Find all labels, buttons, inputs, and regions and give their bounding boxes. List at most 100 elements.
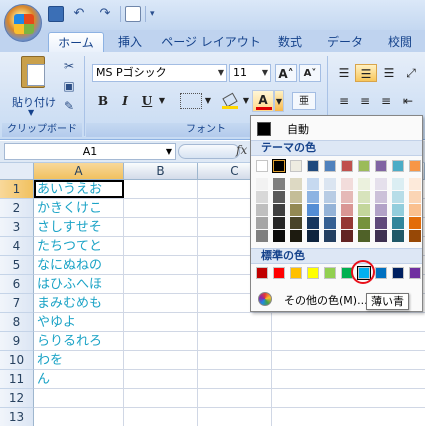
theme-tint-swatch[interactable]	[409, 217, 421, 229]
theme-tint-swatch[interactable]	[324, 178, 336, 190]
customize-qat-button[interactable]: ▾	[150, 9, 160, 19]
cell-a10[interactable]: わを	[37, 352, 63, 369]
font-size-combo[interactable]: 11 ▼	[229, 64, 271, 82]
cell-a5[interactable]: なにぬねの	[37, 257, 102, 274]
theme-tint-swatch[interactable]	[409, 178, 421, 190]
cell-a8[interactable]: やゆよ	[37, 314, 76, 331]
fill-color-button[interactable]	[219, 92, 241, 110]
theme-tint-swatch[interactable]	[341, 178, 353, 190]
theme-tint-swatch[interactable]	[256, 217, 268, 229]
cell-a9[interactable]: らりるれろ	[37, 333, 102, 350]
theme-tint-swatch[interactable]	[341, 217, 353, 229]
theme-tint-swatch[interactable]	[307, 204, 319, 216]
theme-tint-swatch[interactable]	[324, 230, 336, 242]
tab-review[interactable]: 校閲	[378, 32, 422, 52]
standard-color-swatch[interactable]	[256, 267, 268, 279]
cell-a6[interactable]: はひふへほ	[37, 276, 102, 293]
theme-tint-swatch[interactable]	[358, 191, 370, 203]
chevron-down-icon[interactable]: ▼	[157, 92, 167, 110]
theme-tint-swatch[interactable]	[307, 191, 319, 203]
theme-color-swatch[interactable]	[290, 160, 302, 172]
italic-button[interactable]: I	[115, 92, 135, 110]
tab-formulas[interactable]: 数式	[268, 32, 312, 52]
cut-button[interactable]: ✂	[60, 58, 78, 74]
theme-tint-swatch[interactable]	[409, 204, 421, 216]
row-header-6[interactable]: 6	[0, 275, 34, 294]
insert-function-button[interactable]: fx	[236, 143, 247, 157]
theme-tint-swatch[interactable]	[307, 217, 319, 229]
theme-color-swatch[interactable]	[324, 160, 336, 172]
theme-color-swatch[interactable]	[341, 160, 353, 172]
theme-tint-swatch[interactable]	[273, 230, 285, 242]
theme-color-swatch[interactable]	[392, 160, 404, 172]
undo-button[interactable]: ↶	[68, 6, 90, 22]
theme-tint-swatch[interactable]	[256, 178, 268, 190]
theme-tint-swatch[interactable]	[358, 204, 370, 216]
active-cell-a1[interactable]	[34, 180, 124, 198]
paste-button[interactable]: 貼り付け ▼	[8, 56, 60, 118]
theme-tint-swatch[interactable]	[358, 217, 370, 229]
font-color-button[interactable]: A	[252, 90, 274, 112]
row-header-2[interactable]: 2	[0, 199, 34, 218]
align-center-button[interactable]: ≡	[355, 92, 375, 110]
theme-tint-swatch[interactable]	[256, 230, 268, 242]
font-color-dropdown[interactable]: ▼	[274, 90, 284, 112]
align-bottom-button[interactable]: ☰	[379, 64, 399, 82]
theme-tint-swatch[interactable]	[341, 191, 353, 203]
tab-page-layout[interactable]: ページ レイアウト	[160, 32, 262, 52]
theme-tint-swatch[interactable]	[392, 191, 404, 203]
bold-button[interactable]: B	[93, 92, 113, 110]
chevron-down-icon[interactable]: ▼	[203, 92, 213, 110]
theme-tint-swatch[interactable]	[375, 217, 387, 229]
row-header-8[interactable]: 8	[0, 313, 34, 332]
theme-tint-swatch[interactable]	[290, 230, 302, 242]
shrink-font-button[interactable]: A˅	[299, 64, 321, 82]
row-header-13[interactable]: 13	[0, 408, 34, 426]
theme-tint-swatch[interactable]	[358, 230, 370, 242]
standard-color-swatch[interactable]	[409, 267, 421, 279]
row-header-11[interactable]: 11	[0, 370, 34, 389]
borders-button[interactable]	[180, 93, 202, 109]
theme-tint-swatch[interactable]	[324, 191, 336, 203]
standard-color-swatch[interactable]	[375, 267, 387, 279]
row-header-5[interactable]: 5	[0, 256, 34, 275]
theme-tint-swatch[interactable]	[341, 230, 353, 242]
align-right-button[interactable]: ≡	[376, 92, 396, 110]
theme-tint-swatch[interactable]	[273, 191, 285, 203]
theme-tint-swatch[interactable]	[256, 204, 268, 216]
theme-tint-swatch[interactable]	[358, 178, 370, 190]
row-header-4[interactable]: 4	[0, 237, 34, 256]
theme-tint-swatch[interactable]	[307, 230, 319, 242]
underline-button[interactable]: U	[137, 92, 157, 110]
name-box[interactable]: A1 ▼	[4, 143, 176, 160]
cell-a11[interactable]: ん	[37, 371, 50, 388]
row-header-1[interactable]: 1	[0, 180, 34, 199]
tab-insert[interactable]: 挿入	[110, 32, 150, 52]
standard-color-swatch[interactable]	[324, 267, 336, 279]
row-header-7[interactable]: 7	[0, 294, 34, 313]
theme-tint-swatch[interactable]	[290, 178, 302, 190]
theme-tint-swatch[interactable]	[409, 191, 421, 203]
theme-tint-swatch[interactable]	[409, 230, 421, 242]
theme-tint-swatch[interactable]	[375, 230, 387, 242]
theme-tint-swatch[interactable]	[290, 204, 302, 216]
theme-color-swatch[interactable]	[375, 160, 387, 172]
select-all-corner[interactable]	[0, 163, 34, 180]
formula-bar-resize-handle[interactable]	[178, 144, 240, 159]
orientation-button[interactable]: ⤢	[401, 64, 421, 82]
cell-a3[interactable]: さしすせそ	[37, 219, 102, 236]
standard-color-swatch[interactable]	[290, 267, 302, 279]
theme-color-swatch[interactable]	[256, 160, 268, 172]
theme-color-swatch[interactable]	[272, 159, 286, 173]
theme-color-swatch[interactable]	[307, 160, 319, 172]
copy-button[interactable]: ▣	[60, 78, 78, 94]
theme-tint-swatch[interactable]	[375, 178, 387, 190]
theme-tint-swatch[interactable]	[273, 178, 285, 190]
theme-tint-swatch[interactable]	[324, 204, 336, 216]
office-button[interactable]	[4, 4, 42, 42]
theme-tint-swatch[interactable]	[392, 217, 404, 229]
theme-color-swatch[interactable]	[409, 160, 421, 172]
redo-button[interactable]: ↷	[94, 6, 116, 22]
row-header-10[interactable]: 10	[0, 351, 34, 370]
theme-tint-swatch[interactable]	[341, 204, 353, 216]
